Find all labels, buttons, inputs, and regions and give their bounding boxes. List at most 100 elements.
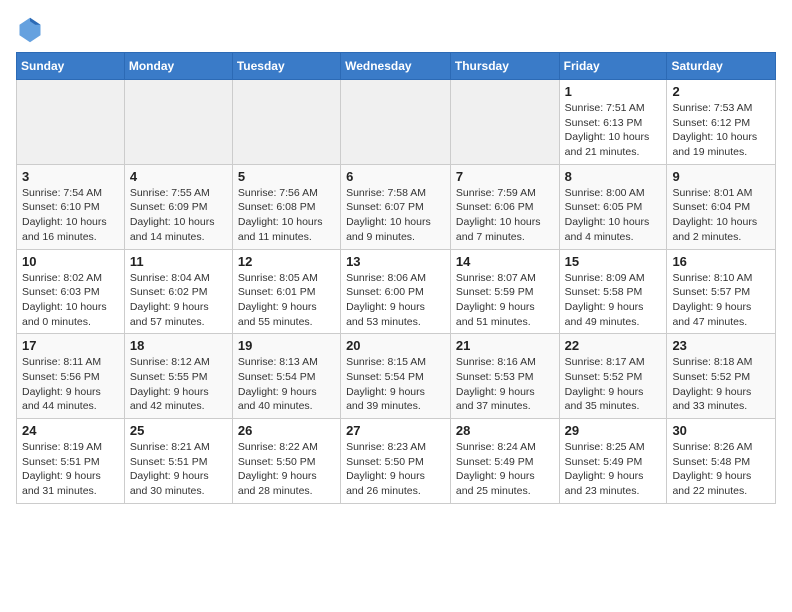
day-info: Sunrise: 8:09 AMSunset: 5:58 PMDaylight:… [565,271,662,330]
day-number: 2 [672,84,770,99]
day-number: 10 [22,254,119,269]
calendar-cell: 1 Sunrise: 7:51 AMSunset: 6:13 PMDaylight… [559,80,667,165]
calendar-cell: 25 Sunrise: 8:21 AMSunset: 5:51 PMDayligh… [124,419,232,504]
day-info: Sunrise: 8:26 AMSunset: 5:48 PMDaylight:… [672,440,770,499]
day-info: Sunrise: 8:05 AMSunset: 6:01 PMDaylight:… [238,271,335,330]
calendar-cell: 21 Sunrise: 8:16 AMSunset: 5:53 PMDayligh… [450,334,559,419]
calendar-cell [232,80,340,165]
day-number: 18 [130,338,227,353]
day-info: Sunrise: 8:00 AMSunset: 6:05 PMDaylight:… [565,186,662,245]
day-info: Sunrise: 8:24 AMSunset: 5:49 PMDaylight:… [456,440,554,499]
calendar-header-tuesday: Tuesday [232,53,340,80]
calendar-cell: 24 Sunrise: 8:19 AMSunset: 5:51 PMDayligh… [17,419,125,504]
calendar-cell: 28 Sunrise: 8:24 AMSunset: 5:49 PMDayligh… [450,419,559,504]
day-number: 19 [238,338,335,353]
day-info: Sunrise: 7:55 AMSunset: 6:09 PMDaylight:… [130,186,227,245]
day-number: 22 [565,338,662,353]
day-number: 15 [565,254,662,269]
day-info: Sunrise: 8:01 AMSunset: 6:04 PMDaylight:… [672,186,770,245]
logo-icon [16,16,44,44]
day-info: Sunrise: 8:18 AMSunset: 5:52 PMDaylight:… [672,355,770,414]
day-info: Sunrise: 8:19 AMSunset: 5:51 PMDaylight:… [22,440,119,499]
day-number: 21 [456,338,554,353]
calendar-cell: 18 Sunrise: 8:12 AMSunset: 5:55 PMDayligh… [124,334,232,419]
calendar-cell: 12 Sunrise: 8:05 AMSunset: 6:01 PMDayligh… [232,249,340,334]
calendar-header-friday: Friday [559,53,667,80]
calendar-cell: 26Sunrise: 8:22 AMSunset: 5:50 PMDayligh… [232,419,340,504]
calendar-cell: 13 Sunrise: 8:06 AMSunset: 6:00 PMDayligh… [341,249,451,334]
day-info: Sunrise: 8:07 AMSunset: 5:59 PMDaylight:… [456,271,554,330]
day-number: 27 [346,423,445,438]
calendar-cell [450,80,559,165]
day-info: Sunrise: 7:53 AMSunset: 6:12 PMDaylight:… [672,101,770,160]
day-number: 26 [238,423,335,438]
day-number: 12 [238,254,335,269]
day-info: Sunrise: 8:06 AMSunset: 6:00 PMDaylight:… [346,271,445,330]
day-number: 25 [130,423,227,438]
calendar-cell: 15 Sunrise: 8:09 AMSunset: 5:58 PMDayligh… [559,249,667,334]
day-number: 1 [565,84,662,99]
day-info: Sunrise: 8:17 AMSunset: 5:52 PMDaylight:… [565,355,662,414]
day-number: 16 [672,254,770,269]
day-number: 9 [672,169,770,184]
calendar-cell: 23 Sunrise: 8:18 AMSunset: 5:52 PMDayligh… [667,334,776,419]
calendar-cell: 17 Sunrise: 8:11 AMSunset: 5:56 PMDayligh… [17,334,125,419]
calendar-cell [124,80,232,165]
calendar-cell: 5Sunrise: 7:56 AMSunset: 6:08 PMDaylight… [232,164,340,249]
calendar-week-3: 10Sunrise: 8:02 AMSunset: 6:03 PMDayligh… [17,249,776,334]
day-info: Sunrise: 8:11 AMSunset: 5:56 PMDaylight:… [22,355,119,414]
day-info: Sunrise: 8:25 AMSunset: 5:49 PMDaylight:… [565,440,662,499]
day-number: 20 [346,338,445,353]
calendar-cell: 10Sunrise: 8:02 AMSunset: 6:03 PMDayligh… [17,249,125,334]
day-number: 3 [22,169,119,184]
day-number: 30 [672,423,770,438]
day-info: Sunrise: 8:10 AMSunset: 5:57 PMDaylight:… [672,271,770,330]
logo [16,16,48,44]
calendar-header-thursday: Thursday [450,53,559,80]
day-info: Sunrise: 7:58 AMSunset: 6:07 PMDaylight:… [346,186,445,245]
day-number: 24 [22,423,119,438]
day-number: 17 [22,338,119,353]
day-info: Sunrise: 8:12 AMSunset: 5:55 PMDaylight:… [130,355,227,414]
calendar-header-wednesday: Wednesday [341,53,451,80]
day-info: Sunrise: 7:51 AMSunset: 6:13 PMDaylight:… [565,101,662,160]
calendar-table: SundayMondayTuesdayWednesdayThursdayFrid… [16,52,776,504]
day-info: Sunrise: 8:21 AMSunset: 5:51 PMDaylight:… [130,440,227,499]
calendar-cell: 9 Sunrise: 8:01 AMSunset: 6:04 PMDaylight… [667,164,776,249]
calendar-cell: 14 Sunrise: 8:07 AMSunset: 5:59 PMDayligh… [450,249,559,334]
calendar-cell: 2 Sunrise: 7:53 AMSunset: 6:12 PMDaylight… [667,80,776,165]
day-number: 14 [456,254,554,269]
day-number: 29 [565,423,662,438]
day-info: Sunrise: 7:59 AMSunset: 6:06 PMDaylight:… [456,186,554,245]
calendar-header-monday: Monday [124,53,232,80]
day-number: 7 [456,169,554,184]
calendar-week-4: 17 Sunrise: 8:11 AMSunset: 5:56 PMDayligh… [17,334,776,419]
calendar-week-1: 1 Sunrise: 7:51 AMSunset: 6:13 PMDaylight… [17,80,776,165]
calendar-cell [341,80,451,165]
calendar-cell: 6 Sunrise: 7:58 AMSunset: 6:07 PMDaylight… [341,164,451,249]
day-number: 13 [346,254,445,269]
day-number: 28 [456,423,554,438]
calendar-cell: 19 Sunrise: 8:13 AMSunset: 5:54 PMDayligh… [232,334,340,419]
calendar-week-2: 3Sunrise: 7:54 AMSunset: 6:10 PMDaylight… [17,164,776,249]
calendar-cell: 20Sunrise: 8:15 AMSunset: 5:54 PMDayligh… [341,334,451,419]
header [16,16,776,44]
day-info: Sunrise: 8:04 AMSunset: 6:02 PMDaylight:… [130,271,227,330]
day-info: Sunrise: 8:13 AMSunset: 5:54 PMDaylight:… [238,355,335,414]
day-info: Sunrise: 7:56 AMSunset: 6:08 PMDaylight:… [238,186,335,245]
day-number: 6 [346,169,445,184]
day-number: 23 [672,338,770,353]
calendar-header-row: SundayMondayTuesdayWednesdayThursdayFrid… [17,53,776,80]
day-number: 4 [130,169,227,184]
calendar-week-5: 24 Sunrise: 8:19 AMSunset: 5:51 PMDayligh… [17,419,776,504]
calendar-cell: 4 Sunrise: 7:55 AMSunset: 6:09 PMDaylight… [124,164,232,249]
calendar-cell: 16 Sunrise: 8:10 AMSunset: 5:57 PMDayligh… [667,249,776,334]
day-info: Sunrise: 8:23 AMSunset: 5:50 PMDaylight:… [346,440,445,499]
calendar-cell: 3Sunrise: 7:54 AMSunset: 6:10 PMDaylight… [17,164,125,249]
calendar-header-saturday: Saturday [667,53,776,80]
calendar-body: 1 Sunrise: 7:51 AMSunset: 6:13 PMDaylight… [17,80,776,504]
calendar-cell [17,80,125,165]
day-number: 11 [130,254,227,269]
day-info: Sunrise: 8:16 AMSunset: 5:53 PMDaylight:… [456,355,554,414]
calendar-cell: 22 Sunrise: 8:17 AMSunset: 5:52 PMDayligh… [559,334,667,419]
